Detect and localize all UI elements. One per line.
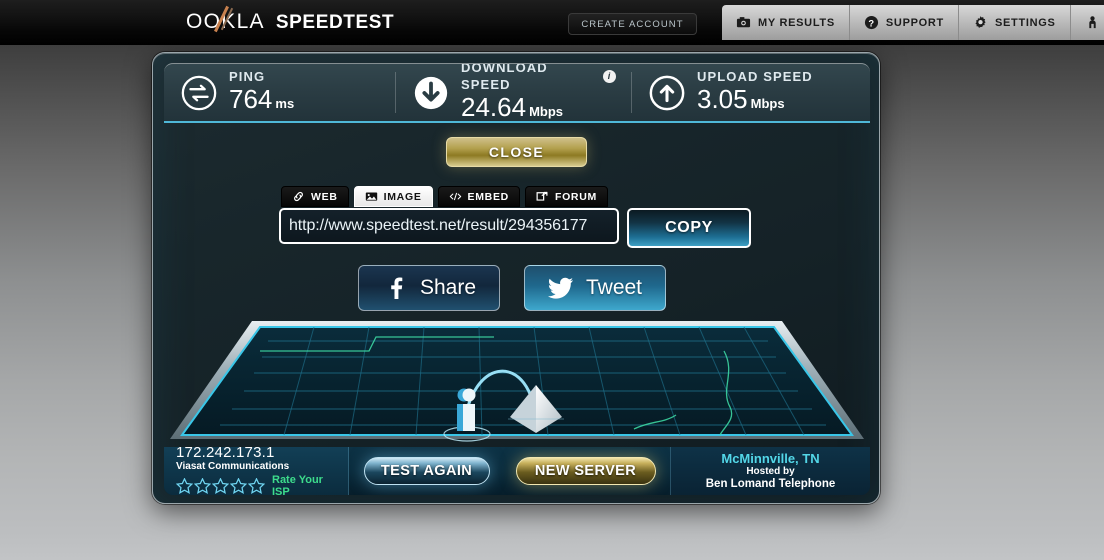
share-tab-label: FORUM	[554, 190, 597, 203]
test-again-button[interactable]: TEST AGAIN	[363, 457, 490, 485]
code-icon	[449, 192, 461, 201]
ookla-speedtest-logo: OOKLA SPEEDTEST	[186, 5, 395, 34]
nav-label: MY RESULTS	[758, 16, 835, 29]
nav-item-support[interactable]: ? SUPPORT	[850, 5, 959, 40]
nav-item-login[interactable]: L	[1071, 5, 1104, 40]
top-navigation-bar: OOKLA SPEEDTEST CREATE ACCOUNT MY RESULT…	[0, 0, 1104, 45]
server-city: McMinnville, TN	[721, 451, 820, 466]
server-info-box: McMinnville, TN Hosted by Ben Lomand Tel…	[670, 447, 870, 495]
upload-unit: Mbps	[750, 95, 785, 111]
twitter-bird-icon	[547, 277, 574, 299]
star-rating[interactable]	[176, 477, 265, 494]
result-url-text: http://www.speedtest.net/result/29435617…	[289, 217, 588, 234]
download-arrow-icon	[414, 76, 448, 109]
download-label: DOWNLOAD SPEED	[461, 63, 548, 92]
footer-bar: 172.242.173.1 Viasat Communications Rate…	[164, 447, 870, 495]
gear-icon	[975, 16, 986, 28]
nav-label: SUPPORT	[885, 16, 944, 29]
star-icon[interactable]	[194, 477, 211, 494]
upload-arrow-icon	[649, 75, 685, 110]
question-circle-icon: ?	[864, 15, 878, 30]
person-icon	[1088, 16, 1096, 29]
close-button[interactable]: CLOSE	[446, 137, 587, 167]
download-info-icon[interactable]: i	[603, 69, 616, 83]
result-url-input[interactable]: http://www.speedtest.net/result/29435617…	[279, 208, 619, 244]
share-tab-label: EMBED	[467, 190, 509, 203]
connection-map-visualization	[164, 311, 870, 451]
share-tab-embed[interactable]: EMBED	[437, 186, 520, 207]
footer-action-buttons: TEST AGAIN NEW SERVER	[349, 457, 670, 485]
isp-rating-row: Rate Your ISP	[176, 474, 340, 496]
star-icon[interactable]	[230, 477, 247, 494]
download-result: DOWNLOAD SPEED i 24.64 Mbps	[396, 64, 632, 121]
ping-arrows-icon	[181, 75, 217, 110]
share-tab-image[interactable]: IMAGE	[353, 186, 433, 207]
ping-value: 764	[229, 83, 273, 114]
client-ip-address: 172.242.173.1	[176, 447, 275, 461]
share-tab-forum[interactable]: FORUM	[524, 186, 608, 207]
isp-name: Viasat Communications	[176, 460, 290, 472]
upload-label: UPLOAD SPEED	[697, 68, 813, 84]
copy-button[interactable]: COPY	[627, 208, 751, 248]
hosted-by-label: Hosted by	[746, 466, 795, 477]
share-tab-web[interactable]: WEB	[281, 186, 349, 207]
new-server-button[interactable]: NEW SERVER	[515, 457, 656, 485]
speedtest-wordmark: SPEEDTEST	[275, 12, 395, 33]
isp-info-box: 172.242.173.1 Viasat Communications Rate…	[164, 447, 349, 495]
share-url-row: http://www.speedtest.net/result/29435617…	[279, 208, 751, 248]
share-tab-label: WEB	[311, 190, 338, 203]
svg-text:?: ?	[868, 18, 874, 28]
link-icon	[294, 191, 303, 202]
results-summary-strip: PING 764ms DOWNLOAD SPEED i 24.64Mbps	[164, 63, 870, 123]
star-icon[interactable]	[176, 477, 193, 494]
share-tab-label: IMAGE	[383, 190, 422, 203]
nav-tab-group: MY RESULTS ? SUPPORT SETTINGS L	[722, 5, 1104, 40]
star-icon[interactable]	[248, 477, 265, 494]
nav-item-settings[interactable]: SETTINGS	[959, 5, 1071, 40]
twitter-share-button[interactable]: Tweet	[524, 265, 666, 311]
twitter-share-label: Tweet	[585, 276, 643, 299]
share-tab-group: WEB IMAGE EMBED FORUM	[281, 186, 608, 207]
facebook-share-button[interactable]: Share	[358, 265, 500, 311]
nav-item-my-results[interactable]: MY RESULTS	[722, 5, 850, 40]
upload-value: 3.05	[697, 83, 748, 114]
ping-label: PING	[229, 68, 266, 84]
social-share-buttons: Share Tweet	[358, 265, 666, 311]
facebook-share-label: Share	[419, 276, 477, 299]
user-figure-icon	[457, 388, 476, 431]
star-icon[interactable]	[212, 477, 229, 494]
map-grid-svg	[170, 321, 864, 442]
speedtest-result-panel: PING 764ms DOWNLOAD SPEED i 24.64Mbps	[152, 52, 880, 504]
create-account-button[interactable]: CREATE ACCOUNT	[568, 13, 697, 35]
forum-icon	[536, 191, 548, 201]
facebook-icon	[391, 277, 403, 299]
rate-your-isp-link[interactable]: Rate Your ISP	[272, 474, 340, 496]
picture-icon	[365, 192, 377, 201]
folder-icon	[736, 17, 751, 28]
ping-unit: ms	[275, 95, 295, 111]
download-unit: Mbps	[529, 104, 564, 119]
upload-result: UPLOAD SPEED 3.05 Mbps	[632, 64, 870, 121]
server-host-name: Ben Lomand Telephone	[705, 478, 836, 490]
download-value: 24.64	[461, 92, 527, 122]
ping-result: PING 764 ms	[164, 64, 396, 121]
nav-label: SETTINGS	[994, 16, 1056, 29]
